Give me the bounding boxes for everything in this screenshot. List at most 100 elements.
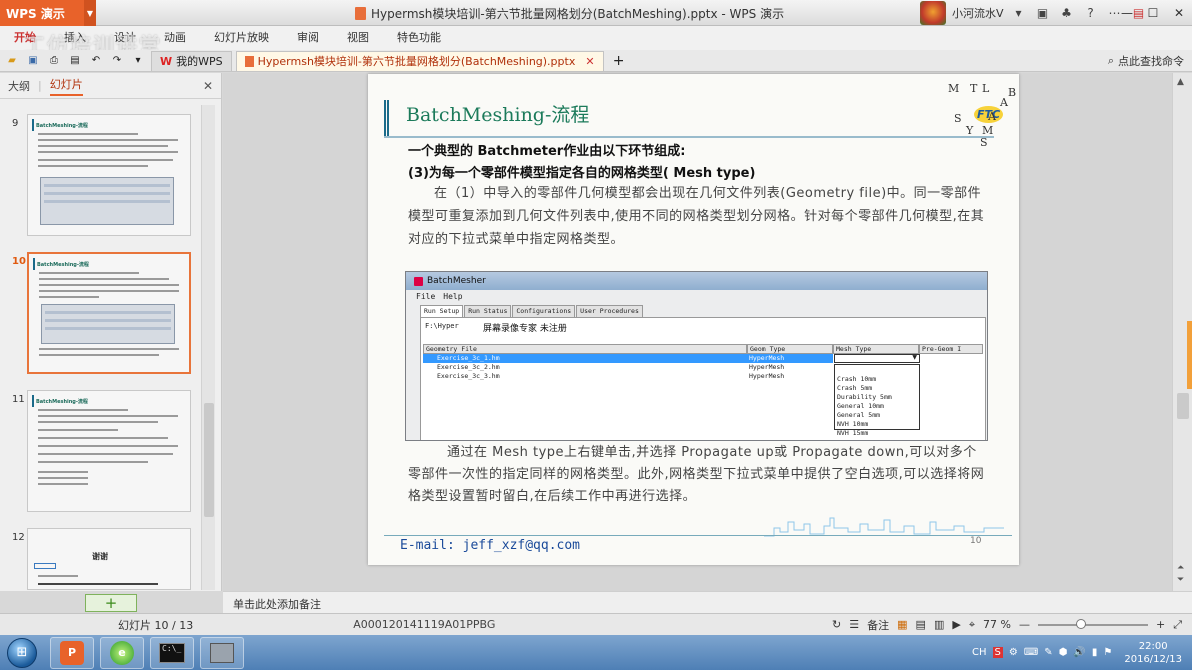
scroll-up-icon[interactable]: ▲ bbox=[1177, 77, 1184, 87]
menu-view[interactable]: 视图 bbox=[333, 26, 383, 50]
flag-icon[interactable]: ⚑ bbox=[1103, 647, 1112, 658]
normal-view-icon[interactable]: ▦ bbox=[897, 618, 907, 631]
customize-icon[interactable]: ▾ bbox=[129, 52, 147, 70]
thumb-text-line bbox=[38, 421, 158, 423]
bm-row-geom: HyperMesh bbox=[749, 372, 785, 380]
presentation-file-icon bbox=[244, 55, 254, 67]
taskbar-wps-presentation[interactable]: P bbox=[50, 636, 94, 669]
help-icon[interactable]: ? bbox=[1082, 4, 1100, 22]
settings-icon[interactable]: ⚙ bbox=[1009, 647, 1018, 658]
notes-toggle-icon[interactable]: ☰ bbox=[849, 618, 859, 631]
thumb-text-line bbox=[38, 445, 178, 447]
dropdown-icon[interactable]: ▾ bbox=[1010, 4, 1028, 22]
notes-area[interactable]: 单击此处添加备注 bbox=[223, 591, 1192, 613]
slide-subheading: (3)为每一个零部件模型指定各自的网格类型( Mesh type) bbox=[408, 166, 756, 181]
bm-menu: File Help bbox=[406, 290, 987, 303]
volume-icon[interactable]: 🔊 bbox=[1073, 647, 1085, 658]
avatar[interactable] bbox=[920, 1, 946, 25]
menu-review[interactable]: 审阅 bbox=[283, 26, 333, 50]
tab-document-label: Hypermsh模块培训-第六节批量网格划分(BatchMeshing).ppt… bbox=[257, 55, 576, 68]
user-name[interactable]: 小河流水V bbox=[952, 5, 1004, 21]
clock[interactable]: 22:00 2016/12/13 bbox=[1124, 640, 1182, 666]
tool-icon[interactable]: ✎ bbox=[1044, 647, 1052, 658]
bm-menu-file: File bbox=[416, 292, 436, 301]
backup-icon[interactable]: ↻ bbox=[832, 618, 841, 631]
scrollbar-thumb[interactable] bbox=[1177, 393, 1189, 419]
open-folder-icon[interactable]: ▰ bbox=[3, 52, 21, 70]
tab-my-wps[interactable]: W 我的WPS bbox=[151, 50, 232, 71]
tab-divider: | bbox=[38, 79, 42, 92]
print-icon[interactable]: ⎙ bbox=[45, 52, 63, 70]
search-icon: ⌕ bbox=[1107, 53, 1114, 67]
taskbar-terminal[interactable]: C:\_ bbox=[150, 636, 194, 669]
slide-thumbnail-11[interactable]: BatchMeshing-流程 bbox=[27, 390, 191, 512]
close-icon[interactable]: ✕ bbox=[1166, 0, 1192, 26]
tab-document[interactable]: Hypermsh模块培训-第六节批量网格划分(BatchMeshing).ppt… bbox=[235, 50, 604, 71]
network-icon[interactable]: ▮ bbox=[1092, 647, 1098, 658]
scrollbar-thumb[interactable] bbox=[204, 403, 214, 517]
prev-slide-icon[interactable]: ⏶ bbox=[1177, 563, 1184, 573]
minimize-icon[interactable]: — bbox=[1114, 0, 1140, 26]
shirt-icon[interactable]: ♣ bbox=[1058, 4, 1076, 22]
undo-icon[interactable]: ↶ bbox=[87, 52, 105, 70]
zoom-slider[interactable] bbox=[1037, 618, 1148, 629]
maximize-icon[interactable]: ☐ bbox=[1140, 0, 1166, 26]
skin-icon[interactable]: ▣ bbox=[1034, 4, 1052, 22]
taskbar-recorder[interactable] bbox=[200, 636, 244, 669]
find-command[interactable]: ⌕ 点此查找命令 bbox=[1108, 53, 1184, 69]
mesh-type-dropdown: ▼ bbox=[834, 354, 920, 363]
wps-app-button[interactable]: WPS 演示 ▼ bbox=[0, 0, 96, 26]
keyboard-icon[interactable]: ⌨ bbox=[1024, 647, 1038, 658]
side-tab-indicator[interactable] bbox=[1187, 321, 1192, 389]
current-slide[interactable]: BatchMeshing-流程 M T L A B FTC S Y M A S … bbox=[368, 74, 1019, 565]
chevron-down-icon[interactable]: ▼ bbox=[84, 0, 96, 26]
slide-email: E-mail: jeff_xzf@qq.com bbox=[400, 538, 581, 553]
tab-outline[interactable]: 大纲 bbox=[8, 78, 30, 94]
zoom-slider-handle[interactable] bbox=[1075, 618, 1086, 629]
menu-slideshow[interactable]: 幻灯片放映 bbox=[200, 26, 283, 50]
mesh-type-options: Crash 10mm Crash 5mm Durability 5mm Gene… bbox=[834, 364, 920, 437]
zoom-value[interactable]: 77 % bbox=[983, 618, 1011, 631]
thumb-text-line bbox=[38, 583, 158, 585]
slide-thumbnail-12[interactable]: 谢谢 bbox=[27, 528, 191, 590]
add-slide-button[interactable]: + bbox=[85, 594, 137, 612]
ime-icon[interactable]: S bbox=[992, 647, 1003, 658]
thumb-text-line bbox=[38, 133, 138, 135]
redo-icon[interactable]: ↷ bbox=[108, 52, 126, 70]
thumb-text-line bbox=[38, 437, 168, 439]
bm-path-prefix: F:\Hyper bbox=[425, 322, 459, 330]
slide-thumbnail-10[interactable]: BatchMeshing-流程 bbox=[27, 252, 191, 374]
tab-slides[interactable]: 幻灯片 bbox=[49, 76, 83, 96]
bm-row: Exercise_3c_3.hm HyperMesh bbox=[423, 372, 833, 381]
sorter-view-icon[interactable]: ▤ bbox=[916, 618, 926, 631]
reading-view-icon[interactable]: ▥ bbox=[934, 618, 944, 631]
bm-tabs: Run Setup Run Status Configurations User… bbox=[420, 305, 643, 317]
start-button[interactable]: ⊞ bbox=[0, 635, 44, 670]
slide-thumbnail-9[interactable]: BatchMeshing-流程 bbox=[27, 114, 191, 236]
ribbon-menu: 开始 插入 设计 动画 幻灯片放映 审阅 视图 特色功能 bbox=[0, 26, 1192, 50]
next-slide-icon[interactable]: ⏷ bbox=[1177, 575, 1184, 585]
taskbar-browser[interactable]: e bbox=[100, 636, 144, 669]
zoom-in-icon[interactable]: + bbox=[1156, 618, 1165, 631]
menu-special[interactable]: 特色功能 bbox=[383, 26, 455, 50]
new-tab-icon[interactable]: + bbox=[610, 52, 628, 70]
thumb-text-line bbox=[38, 151, 178, 153]
location-icon[interactable]: ⌖ bbox=[969, 618, 975, 632]
security-icon[interactable]: ⬢ bbox=[1059, 647, 1068, 658]
wps-app-label: WPS 演示 bbox=[6, 6, 65, 21]
close-tab-icon[interactable]: ✕ bbox=[585, 55, 594, 68]
input-language[interactable]: CH bbox=[972, 647, 987, 658]
close-panel-icon[interactable]: ✕ bbox=[203, 79, 213, 93]
canvas-scrollbar[interactable]: ▲ ⏶ ⏷ bbox=[1172, 73, 1192, 591]
zoom-out-icon[interactable]: — bbox=[1019, 618, 1030, 631]
slide-page-number: 10 bbox=[970, 536, 982, 546]
bm-row-geom: HyperMesh bbox=[749, 354, 785, 362]
notes-toggle-label[interactable]: 备注 bbox=[867, 617, 889, 633]
print-preview-icon[interactable]: ▤ bbox=[66, 52, 84, 70]
thumbnail-scrollbar[interactable] bbox=[201, 105, 215, 590]
windows-taskbar: ⊞ P e C:\_ CH S ⚙ ⌨ ✎ ⬢ 🔊 ▮ ⚑ 22:00 2016… bbox=[0, 635, 1192, 670]
fit-window-icon[interactable]: ⤢ bbox=[1173, 618, 1182, 632]
mesh-option: General 10mm bbox=[837, 402, 884, 410]
save-icon[interactable]: ▣ bbox=[24, 52, 42, 70]
slideshow-icon[interactable]: ▶ bbox=[952, 618, 960, 631]
